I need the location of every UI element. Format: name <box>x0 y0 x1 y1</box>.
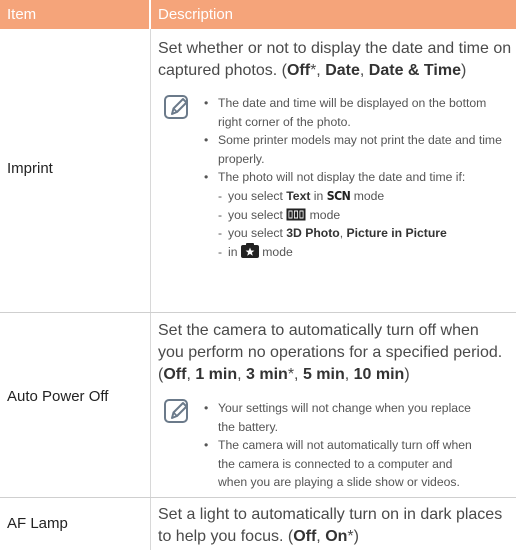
list-item: Your settings will not change when you r… <box>204 399 484 436</box>
sub-item: you select 3D Photo, Picture in Picture <box>204 224 510 243</box>
note-list: The date and time will be displayed on t… <box>204 94 510 261</box>
item-description: Set whether or not to display the date a… <box>158 40 512 79</box>
header-item: Item <box>0 0 149 29</box>
magic-mode-icon <box>240 242 259 258</box>
scn-mode-icon: SCN <box>326 188 351 203</box>
option-date-time: Date & Time <box>368 62 461 79</box>
note-list: Your settings will not change when you r… <box>204 399 484 492</box>
note-icon <box>164 399 188 423</box>
row-divider <box>0 497 516 498</box>
sub-item: you select mode <box>204 206 510 225</box>
header-description: Description <box>150 0 516 29</box>
sub-item: you select Text in SCN mode <box>204 187 510 206</box>
column-divider <box>150 29 151 550</box>
list-item: The date and time will be displayed on t… <box>204 94 510 131</box>
list-item: Some printer models may not print the da… <box>204 131 510 168</box>
item-description: Set the camera to automatically turn off… <box>158 322 503 383</box>
item-description: Set a light to automatically turn on in … <box>158 506 503 545</box>
item-label: Imprint <box>7 160 53 177</box>
item-label: Auto Power Off <box>7 388 109 405</box>
option-date: Date <box>325 62 360 79</box>
item-label: AF Lamp <box>7 515 68 532</box>
sub-item-continued: in mode <box>204 242 510 262</box>
row-divider <box>0 312 516 313</box>
list-item: The camera will not automatically turn o… <box>204 436 484 492</box>
note-icon <box>164 95 188 119</box>
list-item: The photo will not display the date and … <box>204 168 510 187</box>
panorama-mode-icon <box>286 208 306 221</box>
option-off: Off <box>286 62 311 79</box>
